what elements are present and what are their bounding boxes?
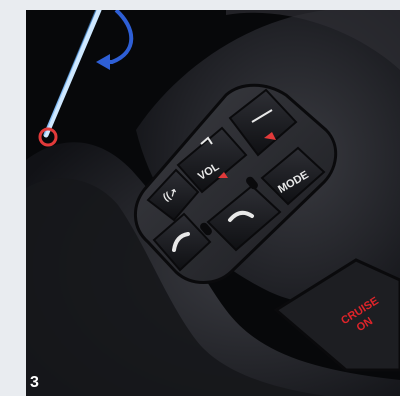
steering-wheel-photo: ((↗ VOL MODE CRUISE ON [26,10,400,396]
figure-number: 3 [30,374,39,391]
steering-wheel-illustration: ((↗ VOL MODE CRUISE ON [26,10,400,396]
